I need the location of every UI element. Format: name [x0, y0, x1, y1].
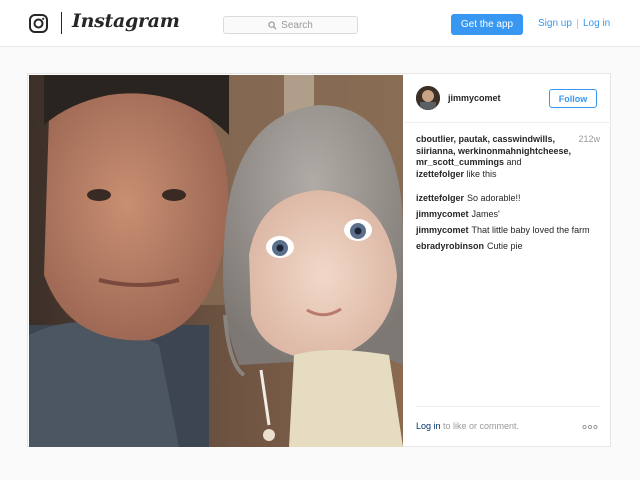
likes-suffix-text: like this	[464, 168, 497, 179]
likes-users-line4[interactable]: izettefolger	[416, 169, 464, 179]
login-prompt-text: to like or comment.	[440, 421, 520, 431]
comment-text: Cutie pie	[487, 241, 523, 251]
post-username[interactable]: jimmycomet	[448, 93, 501, 103]
comment-text: That little baby loved the farm	[471, 225, 590, 235]
likes-users-line1[interactable]: cboutlier, pautak, casswindwills,	[416, 134, 555, 144]
comment-text: So adorable!!	[467, 193, 521, 203]
likes-and-text: and	[504, 157, 522, 167]
post-time-ago[interactable]: 212w	[576, 134, 600, 144]
comment-username[interactable]: ebradyrobinson	[416, 241, 484, 251]
search-icon	[268, 20, 277, 30]
instagram-camera-icon[interactable]	[29, 14, 48, 33]
post-card: jimmycomet Follow cboutlier, pautak, cas…	[27, 73, 611, 447]
sign-up-link[interactable]: Sign up	[538, 18, 572, 29]
comment-item: jimmycomet James'	[416, 208, 601, 224]
comments-list: izettefolger So adorable!! jimmycomet Jame…	[416, 192, 601, 256]
comment-item: jimmycomet That little baby loved the far…	[416, 224, 601, 240]
auth-separator	[577, 19, 578, 29]
top-navbar: Instagram Search Get the app Sign up Log…	[0, 0, 640, 47]
comment-item: ebradyrobinson Cutie pie	[416, 240, 601, 256]
log-in-link[interactable]: Log in	[583, 18, 610, 29]
more-options-icon[interactable]	[582, 424, 598, 430]
avatar[interactable]	[416, 86, 440, 110]
post-header: jimmycomet Follow	[404, 75, 611, 123]
post-footer: Log in to like or comment.	[416, 406, 601, 446]
instagram-wordmark[interactable]: Instagram	[72, 10, 180, 32]
follow-button[interactable]: Follow	[549, 89, 597, 108]
logo-divider	[61, 12, 62, 34]
post-photo[interactable]	[29, 75, 403, 447]
likes-summary: cboutlier, pautak, casswindwills, siiria…	[416, 134, 576, 180]
login-to-comment-link[interactable]: Log in	[416, 421, 441, 431]
comment-username[interactable]: izettefolger	[416, 193, 464, 203]
get-the-app-button[interactable]: Get the app	[451, 14, 523, 35]
search-input[interactable]: Search	[223, 16, 358, 34]
likes-users-line2[interactable]: siirianna, werkinonmahnightcheese,	[416, 146, 571, 156]
comment-text: James'	[471, 209, 500, 219]
search-placeholder: Search	[281, 19, 313, 31]
likes-users-line3[interactable]: mr_scott_cummings	[416, 157, 504, 167]
login-prompt: Log in to like or comment.	[416, 421, 519, 431]
comment-username[interactable]: jimmycomet	[416, 225, 469, 235]
post-sidebar: jimmycomet Follow cboutlier, pautak, cas…	[404, 75, 611, 447]
comment-username[interactable]: jimmycomet	[416, 209, 469, 219]
comment-item: izettefolger So adorable!!	[416, 192, 601, 208]
